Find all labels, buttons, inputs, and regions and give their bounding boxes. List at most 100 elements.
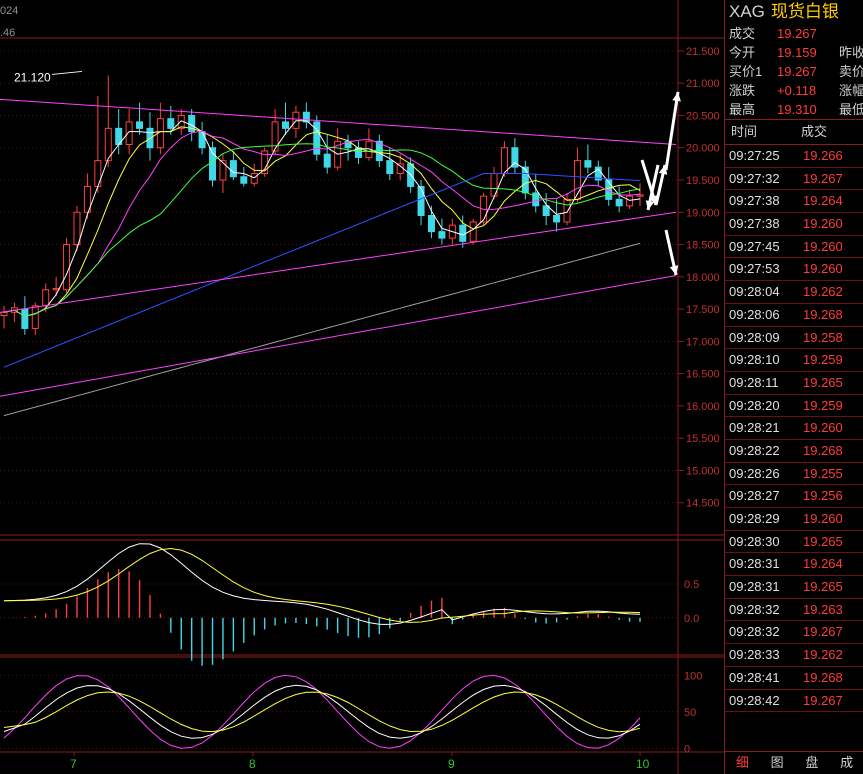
quote-value: 19.267 bbox=[777, 26, 817, 41]
quote-label: 成交 bbox=[729, 26, 756, 41]
candle-body bbox=[0, 311, 8, 317]
ma-line-10 bbox=[3, 126, 641, 317]
y-tick-label: 19.000 bbox=[686, 207, 720, 219]
tick-price: 19.265 bbox=[803, 533, 843, 549]
quote-value: 19.310 bbox=[777, 102, 817, 117]
quote-panel: XAG 现货白银 成交 19.267 今开 19.159 昨收 买价1 19.267 卖价 … bbox=[724, 0, 863, 774]
candle-body bbox=[31, 305, 39, 329]
candle-body bbox=[438, 231, 446, 239]
tick-list[interactable]: 09:27:25 19.266 09:27:32 19.267 09:27:38 19.2… bbox=[725, 145, 863, 713]
chart-area[interactable]: 21.500 21.000 20.500 20.000 19.500 19.000 18.5… bbox=[0, 0, 724, 774]
kline-chart[interactable]: 21.500 21.000 20.500 20.000 19.500 19.000 18.5… bbox=[0, 0, 724, 774]
tab-chart[interactable]: 图 bbox=[760, 752, 795, 774]
tick-time: 09:28:31 bbox=[729, 556, 780, 572]
candle-body bbox=[219, 160, 227, 181]
tick-row: 09:28:31 19.264 bbox=[725, 553, 863, 577]
candle-body bbox=[386, 160, 394, 175]
ma-line-120 bbox=[3, 242, 641, 417]
y-tick-label: 20.500 bbox=[686, 110, 720, 122]
y-tick-label: 15.000 bbox=[686, 465, 720, 477]
candle-body bbox=[229, 160, 237, 178]
tick-time: 09:28:33 bbox=[729, 647, 780, 663]
tick-time: 09:28:32 bbox=[729, 601, 780, 617]
tick-price: 19.264 bbox=[803, 193, 843, 209]
tick-row: 09:27:25 19.266 bbox=[725, 145, 863, 168]
tick-price: 19.262 bbox=[803, 284, 843, 300]
candle-body bbox=[42, 289, 50, 307]
tick-time: 09:28:20 bbox=[729, 397, 780, 413]
tick-time: 09:28:10 bbox=[729, 352, 780, 368]
tick-price: 19.255 bbox=[803, 465, 843, 481]
trendline bbox=[0, 275, 677, 397]
candle-body bbox=[563, 198, 571, 223]
quote-label-2: 卖价 bbox=[839, 64, 863, 79]
tick-price: 19.263 bbox=[803, 601, 843, 617]
ticks-header-price: 成交 bbox=[801, 124, 828, 139]
candle-body bbox=[167, 118, 175, 129]
y-tick-label: 21.500 bbox=[686, 46, 720, 58]
tick-price: 19.268 bbox=[803, 442, 843, 458]
tick-price: 19.259 bbox=[803, 352, 843, 368]
candle-body bbox=[250, 173, 258, 184]
tick-price: 19.265 bbox=[803, 579, 843, 595]
quote-value: 19.159 bbox=[777, 45, 817, 60]
header-line-2: .46 bbox=[0, 27, 16, 39]
tick-time: 09:27:38 bbox=[729, 193, 780, 209]
tick-row: 09:28:42 19.267 bbox=[725, 690, 863, 713]
tick-price: 19.264 bbox=[803, 556, 843, 572]
tick-time: 09:28:31 bbox=[729, 579, 780, 595]
tick-time: 09:28:42 bbox=[729, 692, 780, 708]
x-tick-label: 10 bbox=[636, 757, 650, 771]
peak-annotation: 21.120 bbox=[14, 70, 51, 84]
tab-trades[interactable]: 成 bbox=[829, 752, 863, 774]
tick-row: 09:28:27 19.256 bbox=[725, 485, 863, 508]
trendline bbox=[0, 211, 677, 313]
tick-time: 09:27:45 bbox=[729, 238, 780, 254]
kdj-tick-label: 0 bbox=[684, 743, 690, 755]
tick-row: 09:28:04 19.262 bbox=[725, 281, 863, 304]
candle-body bbox=[73, 211, 81, 246]
kdj-tick-label: 100 bbox=[684, 670, 702, 682]
tick-price: 19.260 bbox=[803, 511, 843, 526]
tick-time: 09:28:29 bbox=[729, 511, 780, 526]
tick-time: 09:27:32 bbox=[729, 170, 780, 186]
y-tick-label: 21.000 bbox=[686, 78, 720, 90]
tick-row: 09:28:20 19.259 bbox=[725, 395, 863, 418]
x-tick-label: 9 bbox=[448, 757, 455, 771]
tick-price: 19.260 bbox=[803, 261, 843, 277]
header-info: 024 .46 bbox=[0, 0, 18, 44]
tick-row: 09:28:22 19.268 bbox=[725, 440, 863, 463]
ma-line-20 bbox=[3, 130, 641, 317]
candle-body bbox=[427, 215, 435, 233]
bottom-tabs: 细 图 盘 成 bbox=[725, 751, 863, 774]
tick-price: 19.256 bbox=[803, 488, 843, 504]
x-tick-label: 7 bbox=[70, 757, 77, 771]
candle-body bbox=[626, 195, 634, 207]
y-tick-label: 17.000 bbox=[686, 336, 720, 348]
tick-time: 09:28:30 bbox=[729, 533, 780, 549]
ma-line-5 bbox=[3, 120, 641, 317]
kdj-tick-label: 50 bbox=[684, 707, 696, 719]
tab-detail[interactable]: 细 bbox=[725, 752, 760, 774]
candle-body bbox=[323, 153, 331, 168]
tick-time: 09:28:09 bbox=[729, 329, 780, 345]
tick-price: 19.260 bbox=[803, 216, 843, 232]
tick-row: 09:27:32 19.267 bbox=[725, 168, 863, 191]
quote-label-2: 涨幅 bbox=[839, 83, 863, 98]
y-tick-label: 15.500 bbox=[686, 433, 720, 445]
tick-row: 09:27:38 19.260 bbox=[725, 213, 863, 236]
ticks-header-time: 时间 bbox=[731, 124, 758, 139]
quote-label-2: 最低 bbox=[839, 102, 863, 117]
quote-value: 19.267 bbox=[777, 64, 817, 79]
tick-row: 09:28:21 19.260 bbox=[725, 417, 863, 440]
y-tick-label: 18.500 bbox=[686, 240, 720, 252]
macd-tick-label: 0.0 bbox=[684, 613, 699, 625]
tab-orderbook[interactable]: 盘 bbox=[795, 752, 830, 774]
tick-row: 09:28:41 19.268 bbox=[725, 667, 863, 690]
candle-body bbox=[136, 121, 144, 129]
candle-body bbox=[532, 192, 540, 207]
candle-body bbox=[240, 176, 248, 184]
tick-price: 19.262 bbox=[803, 647, 843, 663]
tick-time: 09:28:06 bbox=[729, 306, 780, 322]
x-tick-label: 8 bbox=[249, 757, 256, 771]
